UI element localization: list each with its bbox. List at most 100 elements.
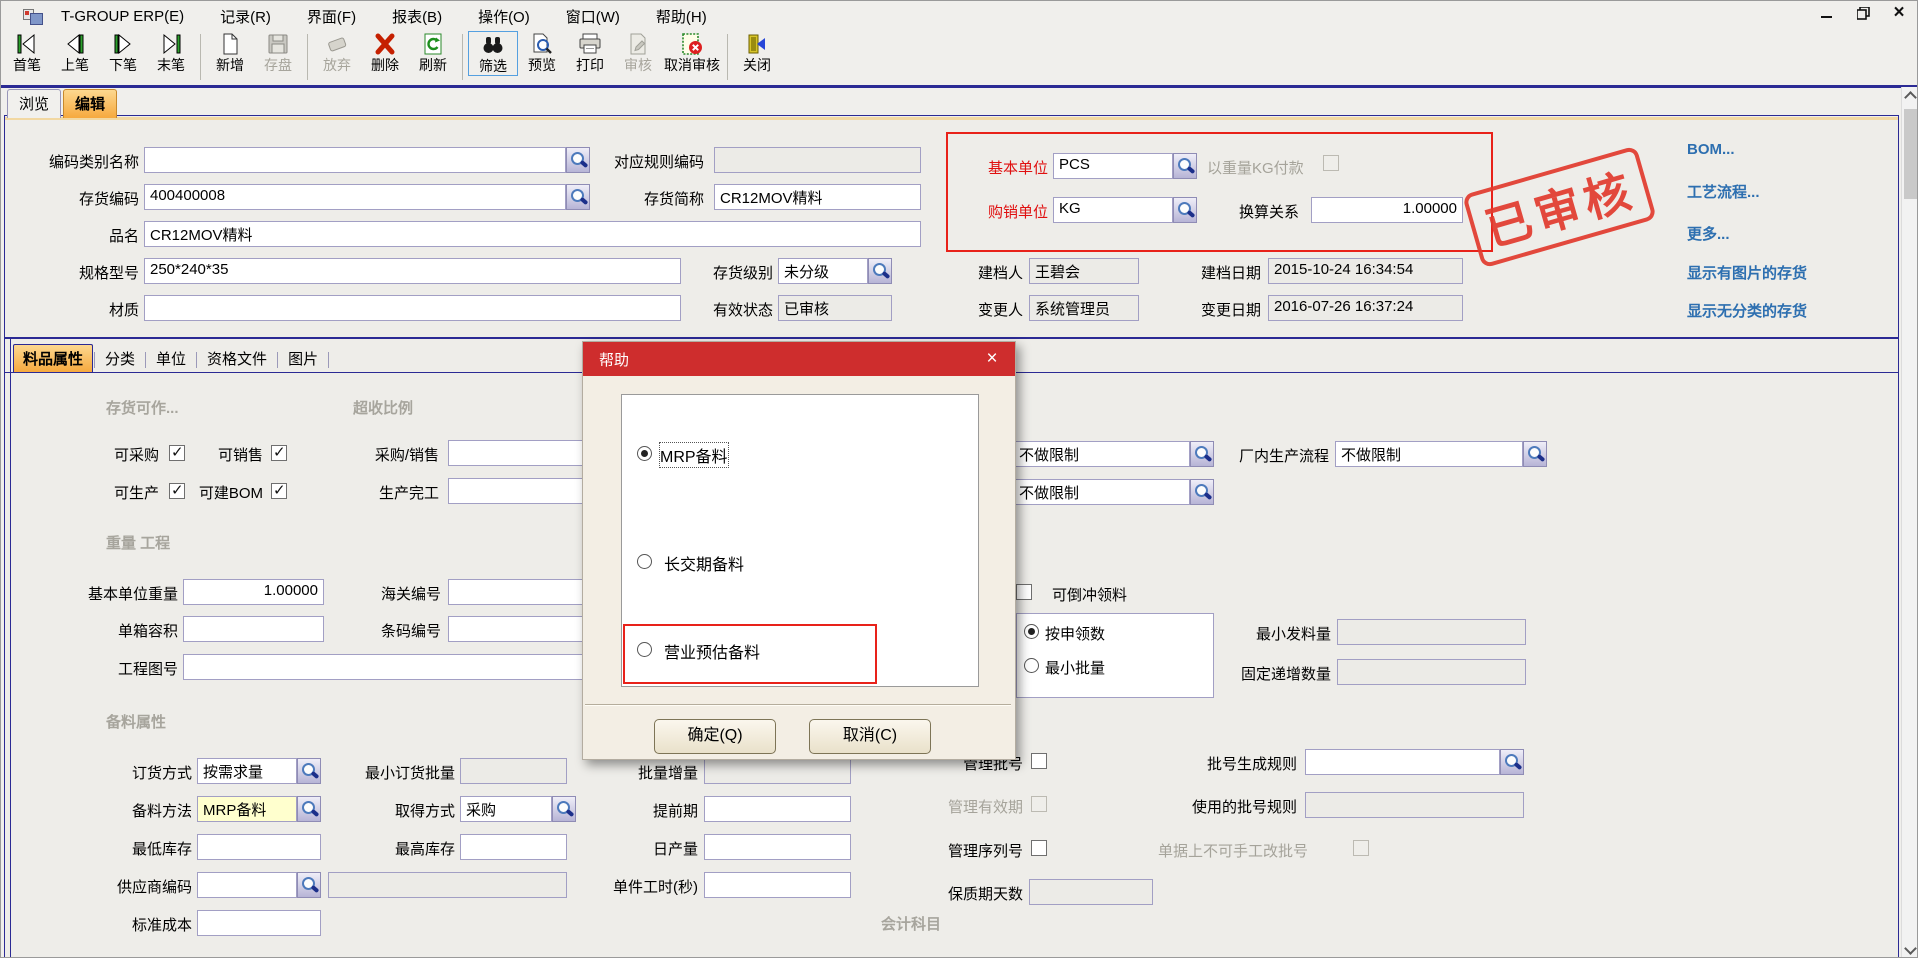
issue-by-request-radio[interactable] <box>1024 624 1039 639</box>
backflush-checkbox[interactable] <box>1016 584 1032 600</box>
menu-help[interactable]: 帮助(H) <box>638 6 725 27</box>
acquire-mode-lookup-icon[interactable] <box>552 796 576 822</box>
item-name-input[interactable]: CR12MOV精料 <box>144 221 921 247</box>
limit2-lookup-icon[interactable] <box>1190 479 1214 505</box>
drawing-no-input[interactable] <box>183 654 641 680</box>
issue-by-min-batch-radio[interactable] <box>1024 658 1039 673</box>
toolbar-last-button[interactable]: 末笔 <box>147 31 195 74</box>
manage-serial-checkbox[interactable] <box>1031 840 1047 856</box>
restore-icon[interactable] <box>1855 5 1871 21</box>
toolbar-next-button[interactable]: 下笔 <box>99 31 147 74</box>
acquire-mode-input[interactable]: 采购 <box>460 796 552 822</box>
purchasable-checkbox[interactable] <box>169 445 185 461</box>
sellable-checkbox[interactable] <box>271 445 287 461</box>
box-volume-input[interactable] <box>183 616 324 642</box>
subtab-item-attributes[interactable]: 料品属性 <box>13 344 93 372</box>
spec-label: 规格型号 <box>41 262 139 283</box>
coding-type-input[interactable] <box>144 147 566 173</box>
tab-edit[interactable]: 编辑 <box>63 89 117 118</box>
toolbar-cancel-audit-button[interactable]: 取消审核 <box>662 31 722 74</box>
no-manual-batch-label: 单据上不可手工改批号 <box>1158 840 1348 861</box>
stock-level-input[interactable]: 未分级 <box>778 258 868 284</box>
link-show-unclassified[interactable]: 显示无分类的存货 <box>1687 300 1807 321</box>
link-bom[interactable]: BOM... <box>1687 141 1735 158</box>
menu-interface[interactable]: 界面(F) <box>289 6 374 27</box>
link-process-flow[interactable]: 工艺流程... <box>1687 181 1760 202</box>
mrp-limit-lookup-icon[interactable] <box>1190 441 1214 467</box>
option-mrp-radio[interactable] <box>637 446 652 461</box>
std-cost-input[interactable] <box>197 910 321 936</box>
toolbar-refresh-button[interactable]: 刷新 <box>409 31 457 74</box>
link-more[interactable]: 更多... <box>1687 223 1730 244</box>
manage-batch-checkbox[interactable] <box>1031 753 1047 769</box>
help-dialog-titlebar[interactable]: 帮助 × <box>583 342 1015 376</box>
minimize-icon[interactable] <box>1819 5 1835 21</box>
toolbar-close-button[interactable]: 关闭 <box>733 31 781 74</box>
close-window-icon[interactable]: × <box>1891 5 1907 21</box>
option-long-lead-label[interactable]: 长交期备料 <box>664 551 744 575</box>
menu-operation[interactable]: 操作(O) <box>460 6 548 27</box>
prep-method-label: 备料方法 <box>120 800 192 821</box>
unit-work-sec-input[interactable] <box>704 872 851 898</box>
scrollbar-thumb[interactable] <box>1904 109 1917 199</box>
creator-label: 建档人 <box>969 262 1023 283</box>
sellable-label: 可销售 <box>187 444 263 465</box>
toolbar-abandon-button[interactable]: 放弃 <box>313 31 361 74</box>
option-mrp-label[interactable]: MRP备料 <box>660 443 728 467</box>
bomable-checkbox[interactable] <box>271 483 287 499</box>
stock-code-lookup-icon[interactable] <box>566 184 590 210</box>
toolbar-filter-button[interactable]: 筛选 <box>468 31 518 76</box>
scroll-down-icon[interactable] <box>1904 942 1917 955</box>
order-mode-input[interactable]: 按需求量 <box>197 758 297 784</box>
prep-method-input[interactable]: MRP备料 <box>197 796 297 822</box>
subtab-category[interactable]: 分类 <box>96 345 144 372</box>
subtab-image[interactable]: 图片 <box>279 345 327 372</box>
menu-report[interactable]: 报表(B) <box>374 6 460 27</box>
ok-button[interactable]: 确定(Q) <box>654 719 776 754</box>
factory-flow-lookup-icon[interactable] <box>1523 441 1547 467</box>
toolbar-delete-button[interactable]: 删除 <box>361 31 409 74</box>
stock-level-lookup-icon[interactable] <box>868 258 892 284</box>
material-input[interactable] <box>144 295 681 321</box>
daily-output-input[interactable] <box>704 834 851 860</box>
toolbar-first-button[interactable]: 首笔 <box>3 31 51 74</box>
prep-method-lookup-icon[interactable] <box>297 796 321 822</box>
factory-flow-input[interactable]: 不做限制 <box>1335 441 1523 467</box>
manage-expiry-checkbox[interactable] <box>1031 796 1047 812</box>
spec-input[interactable]: 250*240*35 <box>144 258 681 284</box>
toolbar-preview-button[interactable]: 预览 <box>518 31 566 74</box>
option-long-lead-radio[interactable] <box>637 554 652 569</box>
link-show-with-image[interactable]: 显示有图片的存货 <box>1687 262 1807 283</box>
min-issue-qty-input <box>1337 619 1526 645</box>
min-stock-input[interactable] <box>197 834 321 860</box>
limit2-input[interactable]: 不做限制 <box>1013 479 1190 505</box>
toolbar-prev-button[interactable]: 上笔 <box>51 31 99 74</box>
lead-time-input[interactable] <box>704 796 851 822</box>
scroll-up-icon[interactable] <box>1904 91 1917 104</box>
tab-browse[interactable]: 浏览 <box>7 89 61 118</box>
base-weight-input[interactable]: 1.00000 <box>183 579 324 605</box>
subtab-unit[interactable]: 单位 <box>147 345 195 372</box>
batch-rule-input[interactable] <box>1305 749 1500 775</box>
stock-code-input[interactable]: 400400008 <box>144 184 566 210</box>
dialog-close-icon[interactable]: × <box>981 348 1003 370</box>
menu-record[interactable]: 记录(R) <box>202 6 289 27</box>
cancel-button[interactable]: 取消(C) <box>809 719 931 754</box>
no-manual-batch-checkbox[interactable] <box>1353 840 1369 856</box>
menu-window[interactable]: 窗口(W) <box>548 6 638 27</box>
mrp-limit-input[interactable]: 不做限制 <box>1013 441 1190 467</box>
supplier-code-lookup-icon[interactable] <box>297 872 321 898</box>
toolbar-save-button[interactable]: 存盘 <box>254 31 302 74</box>
subtab-qualification[interactable]: 资格文件 <box>198 345 276 372</box>
toolbar-new-button[interactable]: 新增 <box>206 31 254 74</box>
nav-last-icon <box>158 31 184 57</box>
toolbar-print-button[interactable]: 打印 <box>566 31 614 74</box>
menu-tgroup-erp[interactable]: T-GROUP ERP(E) <box>43 8 202 25</box>
stock-abbr-input[interactable]: CR12MOV精料 <box>714 184 921 210</box>
batch-rule-lookup-icon[interactable] <box>1500 749 1524 775</box>
max-stock-input[interactable] <box>460 834 567 860</box>
supplier-code-input[interactable] <box>197 872 297 898</box>
order-mode-lookup-icon[interactable] <box>297 758 321 784</box>
vertical-scrollbar[interactable] <box>1901 87 1918 958</box>
toolbar-audit-button[interactable]: 审核 <box>614 31 662 74</box>
